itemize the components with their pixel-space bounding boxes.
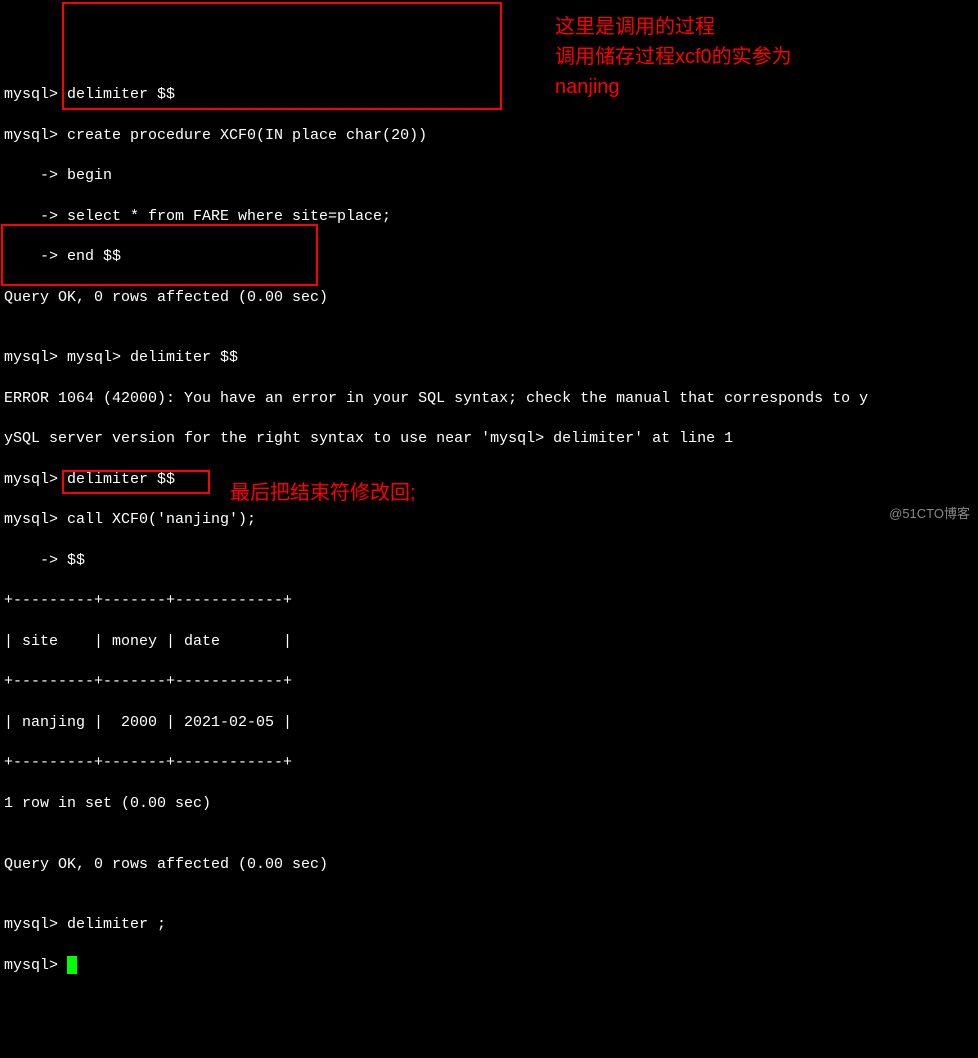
terminal-line: +---------+-------+------------+: [4, 753, 974, 773]
terminal-prompt[interactable]: mysql>: [4, 956, 974, 976]
terminal-line: mysql> delimiter $$: [4, 85, 974, 105]
terminal-line: -> select * from FARE where site=place;: [4, 207, 974, 227]
annotation-text: 调用储存过程xcf0的实参为: [555, 42, 792, 72]
terminal-line: ySQL server version for the right syntax…: [4, 429, 974, 449]
annotation-text: 这里是调用的过程: [555, 12, 792, 42]
terminal-line: -> $$: [4, 551, 974, 571]
annotation-text: 最后把结束符修改回;: [230, 482, 416, 504]
terminal-line: mysql> delimiter ;: [4, 915, 974, 935]
watermark: @51CTO博客: [889, 505, 970, 523]
terminal-line: Query OK, 0 rows affected (0.00 sec): [4, 855, 974, 875]
terminal-line: +---------+-------+------------+: [4, 672, 974, 692]
terminal-line: mysql> call XCF0('nanjing');: [4, 510, 974, 530]
terminal-line: +---------+-------+------------+: [4, 591, 974, 611]
terminal-line: mysql> mysql> delimiter $$: [4, 348, 974, 368]
terminal-line: | site | money | date |: [4, 632, 974, 652]
terminal-line: mysql> delimiter $$: [4, 470, 974, 490]
terminal-line: | nanjing | 2000 | 2021-02-05 |: [4, 713, 974, 733]
terminal-line: -> begin: [4, 166, 974, 186]
prompt-text: mysql>: [4, 957, 67, 974]
terminal-line: 1 row in set (0.00 sec): [4, 794, 974, 814]
cursor-icon: [67, 956, 77, 974]
annotation-2: 最后把结束符修改回;: [230, 478, 416, 508]
terminal-line: Query OK, 0 rows affected (0.00 sec): [4, 288, 974, 308]
terminal-line: mysql> create procedure XCF0(IN place ch…: [4, 126, 974, 146]
terminal-line: -> end $$: [4, 247, 974, 267]
terminal-line: ERROR 1064 (42000): You have an error in…: [4, 389, 974, 409]
annotation-1: 这里是调用的过程 调用储存过程xcf0的实参为 nanjing: [555, 12, 792, 102]
annotation-text: nanjing: [555, 72, 792, 102]
